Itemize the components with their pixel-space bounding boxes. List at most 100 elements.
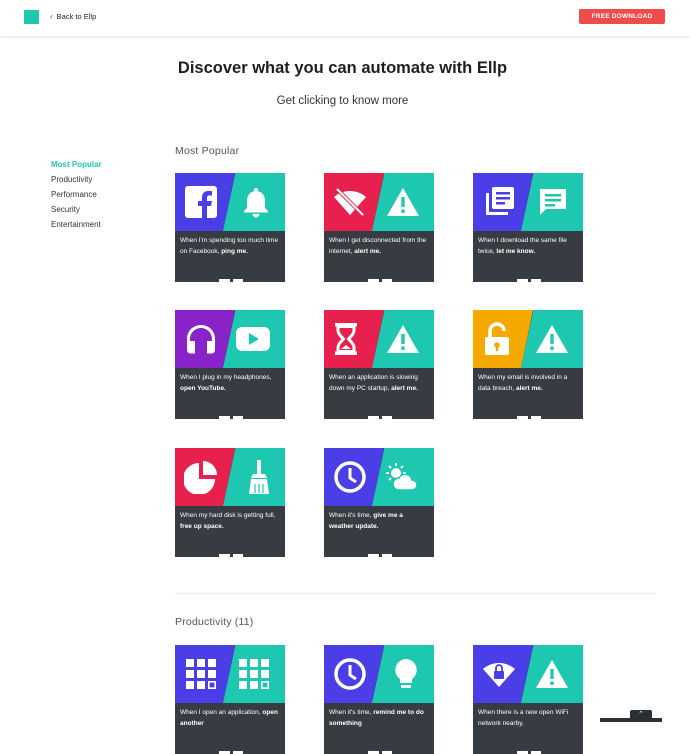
card-header — [324, 310, 434, 368]
automation-card[interactable]: When I open an application, open another — [175, 645, 285, 754]
card-description: When an application is slowing down my P… — [329, 372, 429, 394]
card-header — [324, 645, 434, 703]
card-description-action: let me know. — [496, 248, 536, 255]
warning-icon — [535, 324, 569, 354]
automation-card[interactable]: When I get disconnected from the interne… — [324, 173, 434, 282]
sidebar-item-most-popular[interactable]: Most Popular — [51, 159, 102, 174]
card-header — [473, 173, 583, 231]
warning-icon — [386, 187, 420, 217]
files-icon — [482, 185, 516, 219]
card-description: When my hard disk is getting full, free … — [180, 510, 280, 532]
card-description: When it's time, give me a weather update… — [329, 510, 429, 532]
card-tab — [381, 554, 392, 557]
weather-icon — [384, 462, 420, 492]
automation-card[interactable]: When I'm spending too much time on Faceb… — [175, 173, 285, 282]
card-description: When I plug in my headphones, open YouTu… — [180, 372, 280, 394]
scroll-to-top-button[interactable]: ⌃ — [630, 710, 652, 722]
card-header — [175, 645, 285, 703]
card-footer-tabs — [219, 416, 243, 419]
card-tab — [381, 279, 392, 282]
automation-card[interactable]: When an application is slowing down my P… — [324, 310, 434, 419]
card-description-action: alert me. — [515, 385, 543, 392]
section-divider — [175, 593, 655, 594]
card-footer-tabs — [517, 279, 541, 282]
automation-card[interactable]: When it's time, remind me to do somethin… — [324, 645, 434, 754]
card-tab — [219, 416, 230, 419]
category-sidebar: Most Popular Productivity Performance Se… — [51, 159, 102, 234]
sidebar-item-security[interactable]: Security — [51, 204, 102, 219]
wifi-lock-icon — [482, 659, 516, 689]
warning-icon — [386, 324, 420, 354]
automation-card[interactable]: When my email is involved in a data brea… — [473, 310, 583, 419]
card-footer-tabs — [517, 416, 541, 419]
card-tab — [219, 279, 230, 282]
card-header — [175, 310, 285, 368]
card-description: When there is a new open WiFi network ne… — [478, 707, 578, 729]
hourglass-icon — [333, 322, 359, 356]
automation-card[interactable]: When there is a new open WiFi network ne… — [473, 645, 583, 754]
card-description: When I get disconnected from the interne… — [329, 235, 429, 257]
bell-icon — [241, 186, 271, 218]
automation-card[interactable]: When I download the same file twice, let… — [473, 173, 583, 282]
ellp-logo[interactable] — [24, 10, 39, 24]
card-header — [324, 448, 434, 506]
unlock-icon — [482, 322, 512, 356]
card-description-action: free up space. — [180, 523, 224, 530]
pie-chart-icon — [184, 460, 218, 494]
automation-card[interactable]: When it's time, give me a weather update… — [324, 448, 434, 557]
card-footer-tabs — [219, 554, 243, 557]
card-description: When I open an application, open another — [180, 707, 280, 729]
section-title-productivity: Productivity (11) — [175, 616, 254, 628]
page-subtitle: Get clicking to know more — [276, 95, 409, 107]
card-footer-tabs — [368, 554, 392, 557]
sidebar-item-entertainment[interactable]: Entertainment — [51, 219, 102, 234]
card-tab — [517, 416, 528, 419]
card-header — [175, 448, 285, 506]
chevron-left-icon: ‹ — [50, 12, 53, 21]
card-tab — [232, 279, 243, 282]
card-tab — [381, 416, 392, 419]
back-to-ellp-link[interactable]: ‹ Back to Ellp — [50, 12, 96, 21]
card-footer-tabs — [368, 416, 392, 419]
facebook-icon — [184, 185, 218, 219]
card-tab — [219, 554, 230, 557]
automation-card[interactable]: When my hard disk is getting full, free … — [175, 448, 285, 557]
card-header — [473, 310, 583, 368]
top-navigation-bar: ‹ Back to Ellp FREE DOWNLOAD — [0, 0, 690, 36]
card-description: When I download the same file twice, let… — [478, 235, 578, 257]
broom-icon — [247, 459, 271, 495]
card-description: When I'm spending too much time on Faceb… — [180, 235, 280, 257]
card-footer-tabs — [368, 279, 392, 282]
apps-grid-icon — [184, 657, 218, 691]
card-tab — [530, 416, 541, 419]
message-icon — [537, 186, 569, 218]
sidebar-item-performance[interactable]: Performance — [51, 189, 102, 204]
automation-card[interactable]: When I plug in my headphones, open YouTu… — [175, 310, 285, 419]
chevron-up-icon: ⌃ — [638, 711, 644, 718]
card-tab — [517, 279, 528, 282]
card-description-action: alert me. — [391, 385, 418, 392]
card-tab — [232, 554, 243, 557]
warning-icon — [535, 659, 569, 689]
card-description-text: When there is a new open WiFi network ne… — [478, 709, 569, 727]
back-link-label: Back to Ellp — [56, 12, 97, 21]
clock-icon — [333, 460, 367, 494]
card-header — [324, 173, 434, 231]
card-description-action: ping me. — [221, 248, 248, 255]
card-header — [175, 173, 285, 231]
section-title-most-popular: Most Popular — [175, 145, 240, 157]
card-description-text: When it's time, — [329, 512, 374, 519]
lightbulb-icon — [392, 657, 420, 691]
card-header — [473, 645, 583, 703]
clock-icon — [333, 657, 367, 691]
wifi-off-icon — [333, 187, 367, 217]
card-description-text: When my hard disk is getting full, — [180, 512, 276, 519]
free-download-button[interactable]: FREE DOWNLOAD — [579, 9, 665, 24]
card-description: When it's time, remind me to do somethin… — [329, 707, 429, 729]
sidebar-item-productivity[interactable]: Productivity — [51, 174, 102, 189]
card-description-text: When I open an application, — [180, 709, 263, 716]
card-description-text: When I plug in my headphones, — [180, 374, 272, 381]
headphones-icon — [184, 322, 218, 356]
page-title: Discover what you can automate with Ellp — [177, 59, 508, 77]
card-footer-tabs — [219, 279, 243, 282]
